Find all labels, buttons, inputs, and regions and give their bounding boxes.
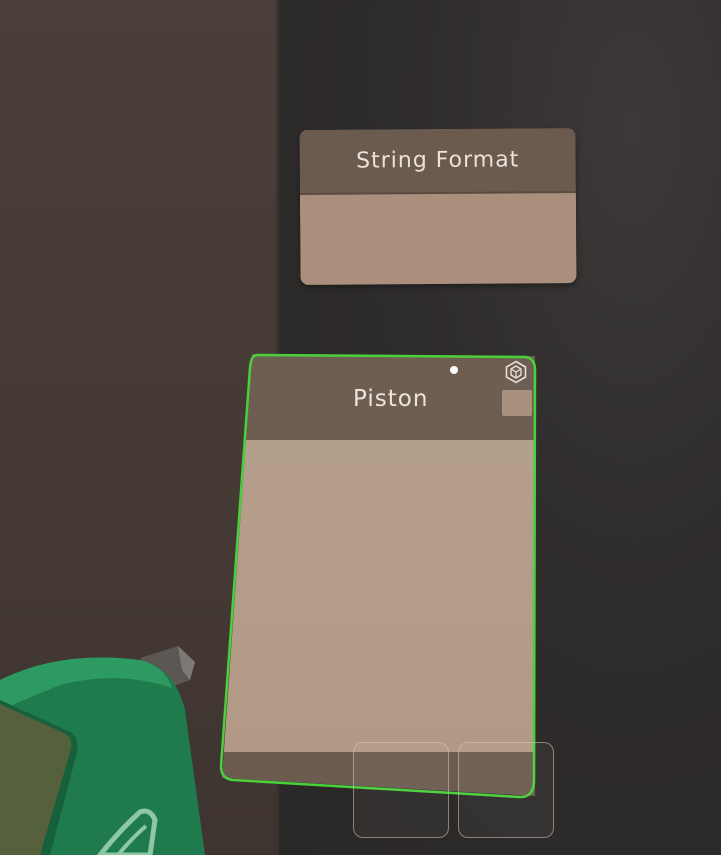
selection-outline: [219, 353, 537, 799]
hexagon-cube-icon[interactable]: [504, 360, 528, 384]
tool-in-hand: [0, 646, 205, 855]
piston-toggle-button[interactable]: [502, 390, 532, 416]
inventory-slot-2[interactable]: [458, 742, 554, 838]
white-dot-icon: [450, 366, 458, 374]
string-format-node-title: String Format: [355, 147, 520, 174]
piston-node-title: Piston: [353, 386, 429, 412]
game-scene: String Format Piston: [0, 0, 721, 855]
inventory-slot-1[interactable]: [353, 742, 449, 838]
string-format-node-header[interactable]: String Format: [299, 128, 576, 195]
string-format-node-body[interactable]: [299, 193, 577, 285]
string-format-node[interactable]: String Format: [299, 128, 577, 285]
